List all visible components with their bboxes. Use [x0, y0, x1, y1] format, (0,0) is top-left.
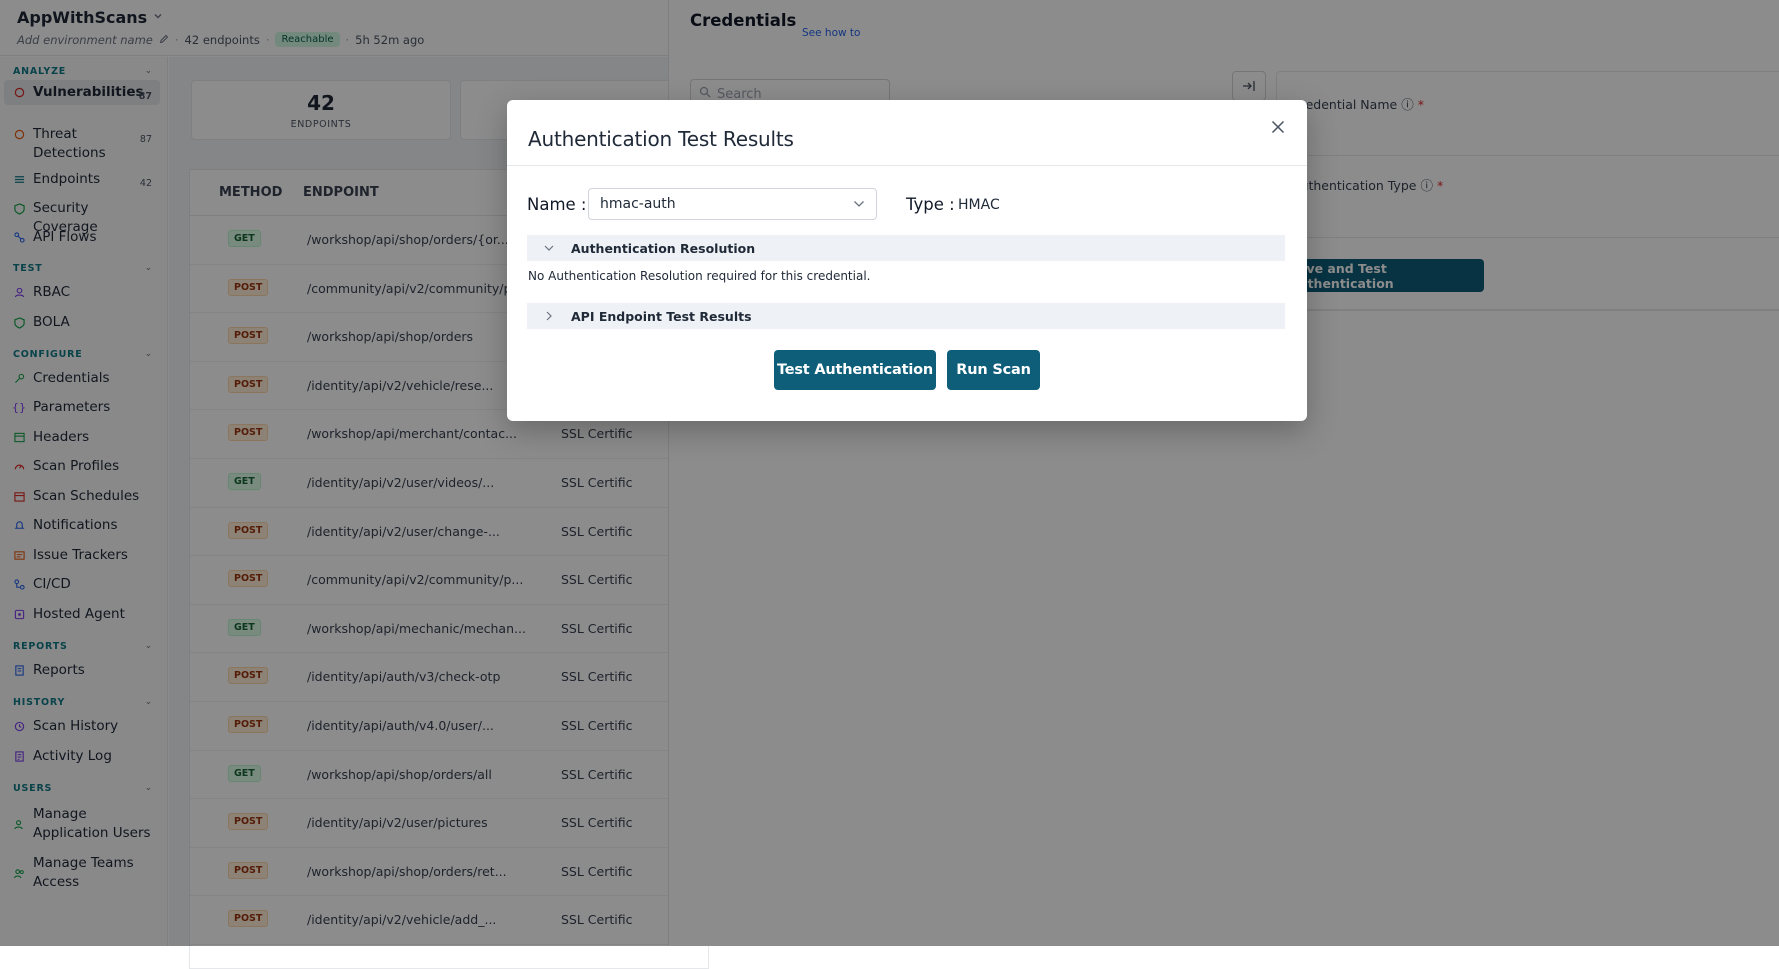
close-icon: [1271, 119, 1285, 138]
selected-credential: hmac-auth: [600, 196, 676, 212]
test-authentication-button[interactable]: Test Authentication: [774, 350, 936, 390]
api-endpoint-test-results-accordion[interactable]: API Endpoint Test Results: [527, 303, 1285, 329]
type-value: HMAC: [958, 197, 1000, 213]
name-label: Name :: [527, 195, 587, 214]
authentication-resolution-accordion[interactable]: Authentication Resolution: [527, 235, 1285, 261]
accordion-title: API Endpoint Test Results: [571, 308, 752, 324]
accordion-title: Authentication Resolution: [571, 240, 756, 256]
modal-divider: [507, 165, 1307, 166]
type-label: Type :: [906, 195, 955, 214]
run-scan-button[interactable]: Run Scan: [947, 350, 1040, 390]
credential-name-select[interactable]: hmac-auth: [588, 188, 877, 220]
chevron-down-icon: [853, 196, 865, 212]
auth-resolution-message: No Authentication Resolution required fo…: [528, 269, 871, 283]
modal-title: Authentication Test Results: [528, 127, 794, 151]
close-button[interactable]: [1267, 117, 1289, 139]
chevron-down-icon: [527, 245, 571, 252]
auth-test-results-modal: Authentication Test Results Name : hmac-…: [507, 100, 1307, 421]
chevron-right-icon: [527, 311, 571, 321]
